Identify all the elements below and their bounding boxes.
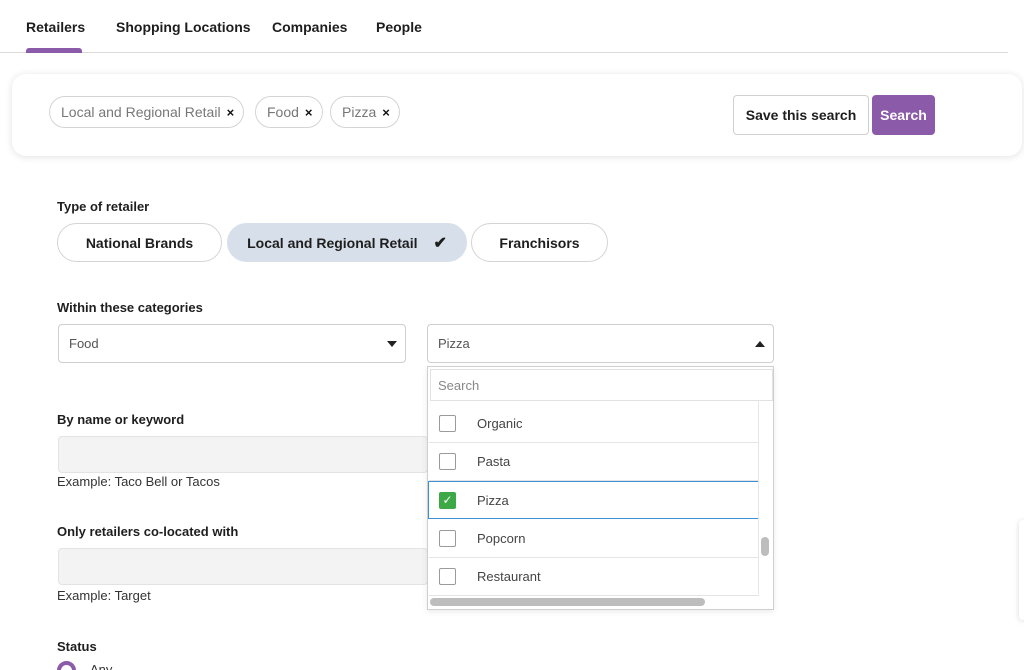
dropdown-item-label: Pasta xyxy=(477,454,511,469)
chevron-up-icon xyxy=(755,341,765,347)
active-tab-indicator xyxy=(26,48,82,53)
category-select[interactable]: Food xyxy=(58,324,406,363)
search-summary-card: Local and Regional Retail × Food × Pizza… xyxy=(12,74,1022,156)
dropdown-item-pizza[interactable]: ✓ Pizza xyxy=(428,481,759,519)
chip-label: Local and Regional Retail xyxy=(61,104,221,120)
remove-chip-icon[interactable]: × xyxy=(382,105,390,120)
checkbox[interactable] xyxy=(439,453,456,470)
tab-retailers[interactable]: Retailers xyxy=(26,19,85,35)
save-search-button[interactable]: Save this search xyxy=(733,95,869,135)
checkmark-icon: ✔ xyxy=(433,234,447,252)
checkbox[interactable] xyxy=(439,530,456,547)
chevron-down-icon xyxy=(387,341,397,347)
dropdown-vertical-track xyxy=(758,400,759,594)
dropdown-item-pasta[interactable]: Pasta xyxy=(429,443,759,481)
colocated-hint: Example: Target xyxy=(57,588,151,603)
colocated-label: Only retailers co-located with xyxy=(57,524,239,539)
remove-chip-icon[interactable]: × xyxy=(305,105,313,120)
tab-companies[interactable]: Companies xyxy=(272,19,347,35)
filter-chip-pizza[interactable]: Pizza × xyxy=(330,96,400,128)
checkbox[interactable] xyxy=(439,568,456,585)
dropdown-search-input[interactable] xyxy=(430,369,773,401)
option-label: Local and Regional Retail xyxy=(247,234,418,251)
tab-bar: Retailers Shopping Locations Companies P… xyxy=(0,0,1008,53)
option-label: National Brands xyxy=(85,234,194,251)
dropdown-item-label: Pizza xyxy=(477,492,509,508)
colocated-input[interactable] xyxy=(58,548,428,585)
status-radio-label: Any xyxy=(90,662,113,670)
dropdown-item-popcorn[interactable]: Popcorn xyxy=(429,520,759,558)
dropdown-horizontal-scrollbar[interactable] xyxy=(430,598,705,606)
filter-chip-local-regional[interactable]: Local and Regional Retail × xyxy=(49,96,245,128)
dropdown-item-restaurant[interactable]: Restaurant xyxy=(429,558,759,596)
filter-chip-food[interactable]: Food × xyxy=(255,96,323,128)
checkbox-checked[interactable]: ✓ xyxy=(439,491,456,509)
check-icon: ✓ xyxy=(442,493,453,507)
remove-chip-icon[interactable]: × xyxy=(227,105,235,120)
tab-people[interactable]: People xyxy=(376,19,422,35)
categories-label: Within these categories xyxy=(57,300,203,315)
dropdown-vertical-scrollbar[interactable] xyxy=(761,537,769,556)
subcategory-value: Pizza xyxy=(438,336,470,351)
option-local-regional-retail[interactable]: Local and Regional Retail ✔ xyxy=(227,223,467,262)
side-panel-edge[interactable] xyxy=(1019,520,1024,620)
chip-label: Food xyxy=(267,104,299,120)
dropdown-item-label: Popcorn xyxy=(477,531,526,546)
dropdown-item-label: Organic xyxy=(477,416,523,431)
keyword-hint: Example: Taco Bell or Tacos xyxy=(57,474,220,489)
keyword-input[interactable] xyxy=(58,436,428,473)
option-label: Franchisors xyxy=(499,234,580,251)
tab-shopping-locations[interactable]: Shopping Locations xyxy=(116,19,251,35)
checkbox[interactable] xyxy=(439,415,456,432)
retailer-type-label: Type of retailer xyxy=(57,199,150,214)
option-franchisors[interactable]: Franchisors xyxy=(471,223,608,262)
subcategory-dropdown-panel: Organic Pasta ✓ Pizza Popcorn Restaurant xyxy=(427,366,774,610)
subcategory-select[interactable]: Pizza xyxy=(427,324,774,363)
keyword-label: By name or keyword xyxy=(57,412,185,427)
dropdown-item-label: Restaurant xyxy=(477,569,541,584)
category-value: Food xyxy=(69,336,99,351)
search-button[interactable]: Search xyxy=(872,95,935,135)
chip-label: Pizza xyxy=(342,104,377,120)
option-national-brands[interactable]: National Brands xyxy=(57,223,222,262)
status-label: Status xyxy=(57,639,97,654)
status-radio-any[interactable] xyxy=(57,661,76,670)
dropdown-item-organic[interactable]: Organic xyxy=(429,405,759,443)
